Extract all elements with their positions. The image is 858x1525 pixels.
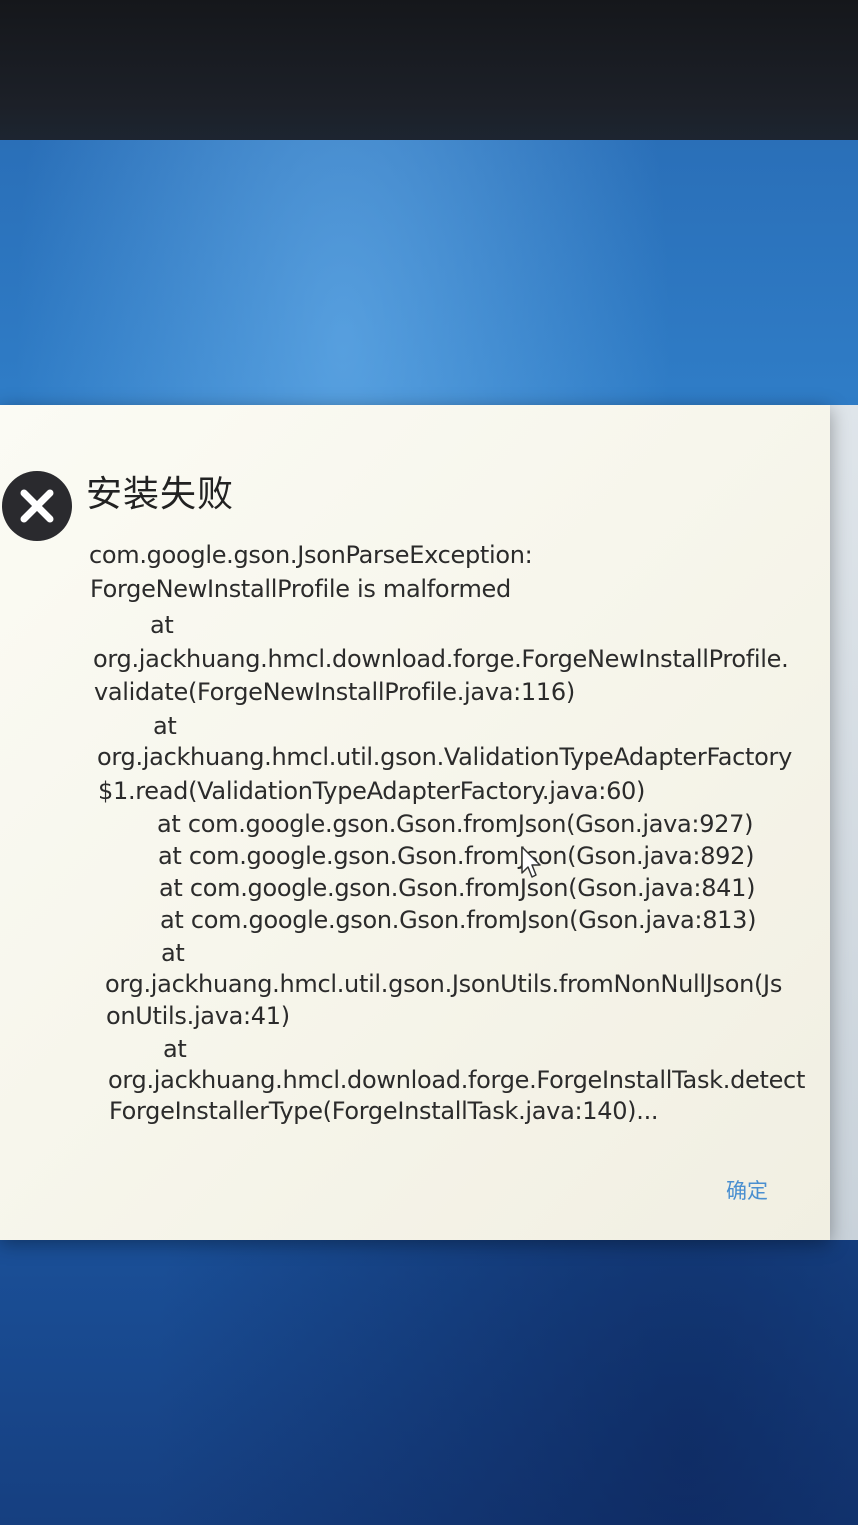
mouse-pointer-icon — [520, 845, 544, 885]
ok-button[interactable]: 确定 — [722, 1173, 772, 1207]
message-line: validate(ForgeNewInstallProfile.java:116… — [94, 678, 575, 706]
message-line: at com.google.gson.Gson.fromJson(Gson.ja… — [158, 842, 755, 870]
message-line: ForgeInstallerType(ForgeInstallTask.java… — [109, 1097, 659, 1125]
background-window-edge — [830, 405, 858, 1240]
message-line: ForgeNewInstallProfile is malformed — [90, 575, 511, 603]
error-message: com.google.gson.JsonParseException: Forg… — [0, 405, 830, 1240]
message-line: at — [163, 1035, 187, 1063]
message-line: at — [150, 611, 174, 639]
message-line: com.google.gson.JsonParseException: — [89, 541, 533, 569]
message-line: org.jackhuang.hmcl.util.gson.ValidationT… — [97, 743, 793, 771]
message-line: org.jackhuang.hmcl.util.gson.JsonUtils.f… — [105, 970, 783, 998]
message-line: onUtils.java:41) — [106, 1002, 290, 1030]
message-line: at com.google.gson.Gson.fromJson(Gson.ja… — [157, 810, 754, 838]
message-line: $1.read(ValidationTypeAdapterFactory.jav… — [98, 777, 646, 805]
message-line: at — [161, 939, 185, 967]
message-line: org.jackhuang.hmcl.download.forge.ForgeI… — [108, 1066, 806, 1094]
photo-of-screen: 安装失败 com.google.gson.JsonParseException:… — [0, 0, 858, 1525]
message-line: at com.google.gson.Gson.fromJson(Gson.ja… — [160, 906, 757, 934]
monitor-bezel — [0, 0, 858, 150]
error-dialog: 安装失败 com.google.gson.JsonParseException:… — [0, 405, 830, 1240]
message-line: at — [153, 712, 177, 740]
message-line: at com.google.gson.Gson.fromJson(Gson.ja… — [159, 874, 756, 902]
message-line: org.jackhuang.hmcl.download.forge.ForgeN… — [93, 645, 789, 673]
